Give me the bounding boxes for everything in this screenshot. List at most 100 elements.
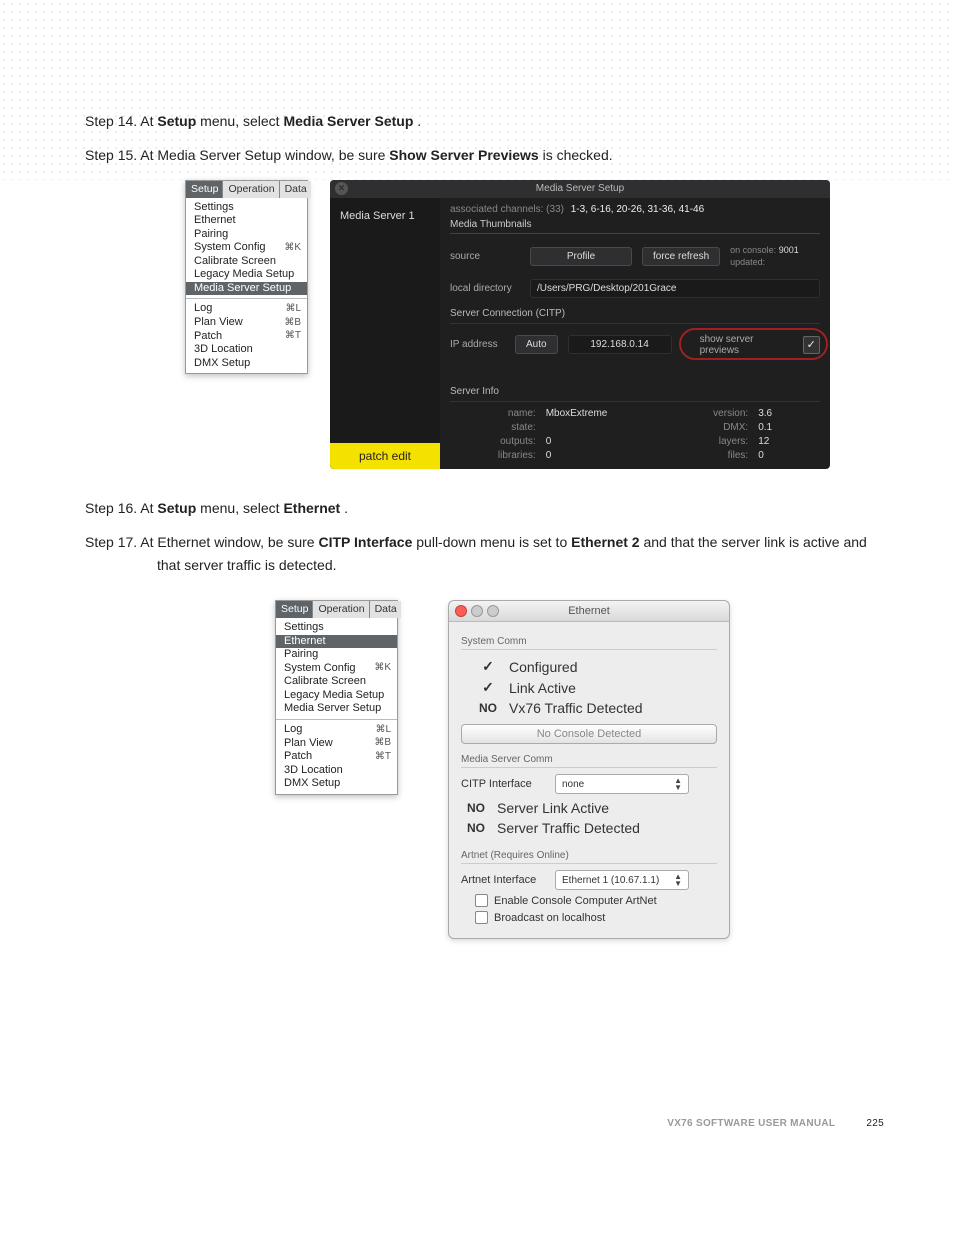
patch-edit-button[interactable]: patch edit (330, 443, 440, 469)
step-16-pre: Step 16. At (85, 500, 157, 516)
broadcast-localhost-checkbox[interactable] (475, 911, 488, 924)
citp-interface-select[interactable]: none ▲▼ (555, 774, 689, 794)
step-16-b1: Setup (157, 500, 196, 516)
step-16-post: . (344, 500, 348, 516)
eth-title-text: Ethernet (568, 605, 610, 617)
menu-tab-data[interactable]: Data (280, 181, 311, 198)
mss-subtab-mediathumbnails[interactable]: Media Thumbnails (450, 219, 820, 234)
step-14-pre: Step 14. At (85, 113, 157, 129)
checkmark-icon: ✓ (477, 658, 499, 675)
menu-tabs: Setup Operation Data (186, 181, 307, 198)
artnet-interface-select[interactable]: Ethernet 1 (10.67.1.1) ▲▼ (555, 870, 689, 890)
window-buttons (455, 605, 499, 617)
mss-source-row: source Profile force refresh on console:… (450, 244, 820, 269)
eth-media-server-comm-section: Media Server Comm (461, 754, 717, 768)
no-mark-text: NO (465, 821, 487, 835)
enable-artnet-checkbox-row: Enable Console Computer ArtNet (461, 894, 717, 907)
force-refresh-button[interactable]: force refresh (642, 247, 720, 266)
minimize-icon[interactable] (471, 605, 483, 617)
mss-sidebar: Media Server 1 patch edit (330, 198, 440, 469)
menu-item-3d-location-2[interactable]: 3D Location (276, 764, 397, 778)
menu-item-system-config-2[interactable]: System Config⌘K (276, 662, 397, 676)
menu-section-b2: Log⌘L Plan View⌘B Patch⌘T 3D Location DM… (276, 720, 397, 794)
zoom-icon[interactable] (487, 605, 499, 617)
eth-body: System Comm ✓ Configured ✓ Link Active N… (449, 622, 729, 938)
artnet-interface-label: Artnet Interface (461, 874, 541, 886)
step-14-b2: Media Server Setup (283, 113, 413, 129)
step-15-line: Step 15. At Media Server Setup window, b… (85, 144, 884, 168)
menu-section-1: Settings Ethernet Pairing System Config⌘… (186, 198, 307, 300)
profile-button[interactable]: Profile (530, 247, 632, 266)
show-server-previews-label: show server previews (700, 334, 793, 356)
dropdown-arrows-icon: ▲▼ (674, 777, 682, 791)
menu-item-pairing-2[interactable]: Pairing (276, 648, 397, 662)
step-16-mid: menu, select (200, 500, 283, 516)
enable-artnet-checkbox[interactable] (475, 894, 488, 907)
step-17-line: Step 17. At Ethernet window, be sure CIT… (85, 531, 884, 579)
menu-item-dmx-setup-2[interactable]: DMX Setup (276, 777, 397, 791)
menu-item-ethernet[interactable]: Ethernet (186, 214, 307, 228)
menu-item-log[interactable]: Log⌘L (186, 302, 307, 316)
eth-server-link-line: NO Server Link Active (461, 798, 717, 818)
menu-item-ethernet-2[interactable]: Ethernet (276, 635, 397, 649)
menu-item-pairing[interactable]: Pairing (186, 228, 307, 242)
menu-tabs-2: Setup Operation Data (276, 601, 397, 618)
eth-system-comm-section: System Comm (461, 636, 717, 650)
menu-tab-data-2[interactable]: Data (370, 601, 401, 618)
auto-button[interactable]: Auto (515, 335, 558, 354)
step-14-mid: menu, select (200, 113, 283, 129)
menu-item-media-server-setup[interactable]: Media Server Setup (186, 282, 307, 296)
mss-localdir-label: local directory (450, 283, 520, 294)
menu-item-system-config[interactable]: System Config⌘K (186, 241, 307, 255)
local-directory-field[interactable]: /Users/PRG/Desktop/201Grace (530, 279, 820, 298)
menu-item-plan-view-2[interactable]: Plan View⌘B (276, 737, 397, 751)
mss-titlebar: ✕ Media Server Setup (330, 180, 830, 198)
menu-item-settings[interactable]: Settings (186, 201, 307, 215)
menu-item-calibrate-2[interactable]: Calibrate Screen (276, 675, 397, 689)
eth-artnet-section: Artnet (Requires Online) (461, 850, 717, 864)
menu-item-patch-2[interactable]: Patch⌘T (276, 750, 397, 764)
menu-item-settings-2[interactable]: Settings (276, 621, 397, 635)
media-server-setup-window: ✕ Media Server Setup Media Server 1 patc… (330, 180, 830, 469)
no-mark-text: NO (465, 801, 487, 815)
step-17-mid: pull-down menu is set to (416, 534, 571, 550)
mss-info-grid: name:MboxExtreme version:3.6 state: DMX:… (450, 408, 820, 461)
menu-item-legacy[interactable]: Legacy Media Setup (186, 268, 307, 282)
citp-interface-row: CITP Interface none ▲▼ (461, 774, 717, 794)
menu-tab-operation[interactable]: Operation (223, 181, 279, 198)
step-17-b1: CITP Interface (318, 534, 412, 550)
menu-tab-setup-2[interactable]: Setup (276, 601, 313, 618)
artnet-interface-row: Artnet Interface Ethernet 1 (10.67.1.1) … (461, 870, 717, 890)
close-icon[interactable] (455, 605, 467, 617)
menu-item-log-2[interactable]: Log⌘L (276, 723, 397, 737)
close-icon[interactable]: ✕ (335, 182, 348, 195)
show-server-previews-checkbox[interactable]: ✓ (803, 336, 820, 354)
menu-tab-setup[interactable]: Setup (186, 181, 223, 198)
mss-citp-section: Server Connection (CITP) (450, 308, 820, 324)
eth-server-traffic-line: NO Server Traffic Detected (461, 818, 717, 838)
menu-item-patch[interactable]: Patch⌘T (186, 330, 307, 344)
mss-onconsole-info: on console: 9001 updated: (730, 244, 799, 269)
menu-item-dmx-setup[interactable]: DMX Setup (186, 357, 307, 371)
broadcast-localhost-checkbox-row: Broadcast on localhost (461, 911, 717, 924)
menu-item-3d-location[interactable]: 3D Location (186, 343, 307, 357)
step-16-line: Step 16. At Setup menu, select Ethernet … (85, 497, 884, 521)
menu-item-plan-view[interactable]: Plan View⌘B (186, 316, 307, 330)
menu-item-legacy-2[interactable]: Legacy Media Setup (276, 689, 397, 703)
step-15-b1: Show Server Previews (389, 147, 538, 163)
mss-sidebar-item-server1[interactable]: Media Server 1 (330, 198, 440, 282)
menu-item-media-server-setup-2[interactable]: Media Server Setup (276, 702, 397, 716)
step-14-b1: Setup (157, 113, 196, 129)
page-content: Step 14. At Setup menu, select Media Ser… (0, 0, 954, 1179)
mss-title-text: Media Server Setup (536, 183, 624, 194)
step-14-post: . (417, 113, 421, 129)
step-16-b2: Ethernet (283, 500, 340, 516)
citp-interface-label: CITP Interface (461, 778, 541, 790)
no-console-button[interactable]: No Console Detected (461, 724, 717, 744)
menu-item-calibrate[interactable]: Calibrate Screen (186, 255, 307, 269)
mss-main: associated channels: (33) 1-3, 6-16, 20-… (440, 198, 830, 469)
menu-tab-operation-2[interactable]: Operation (313, 601, 369, 618)
ip-address-field[interactable]: 192.168.0.14 (568, 335, 672, 354)
ethernet-window: Ethernet System Comm ✓ Configured ✓ Link… (448, 600, 730, 939)
step-14-line: Step 14. At Setup menu, select Media Ser… (85, 110, 884, 134)
